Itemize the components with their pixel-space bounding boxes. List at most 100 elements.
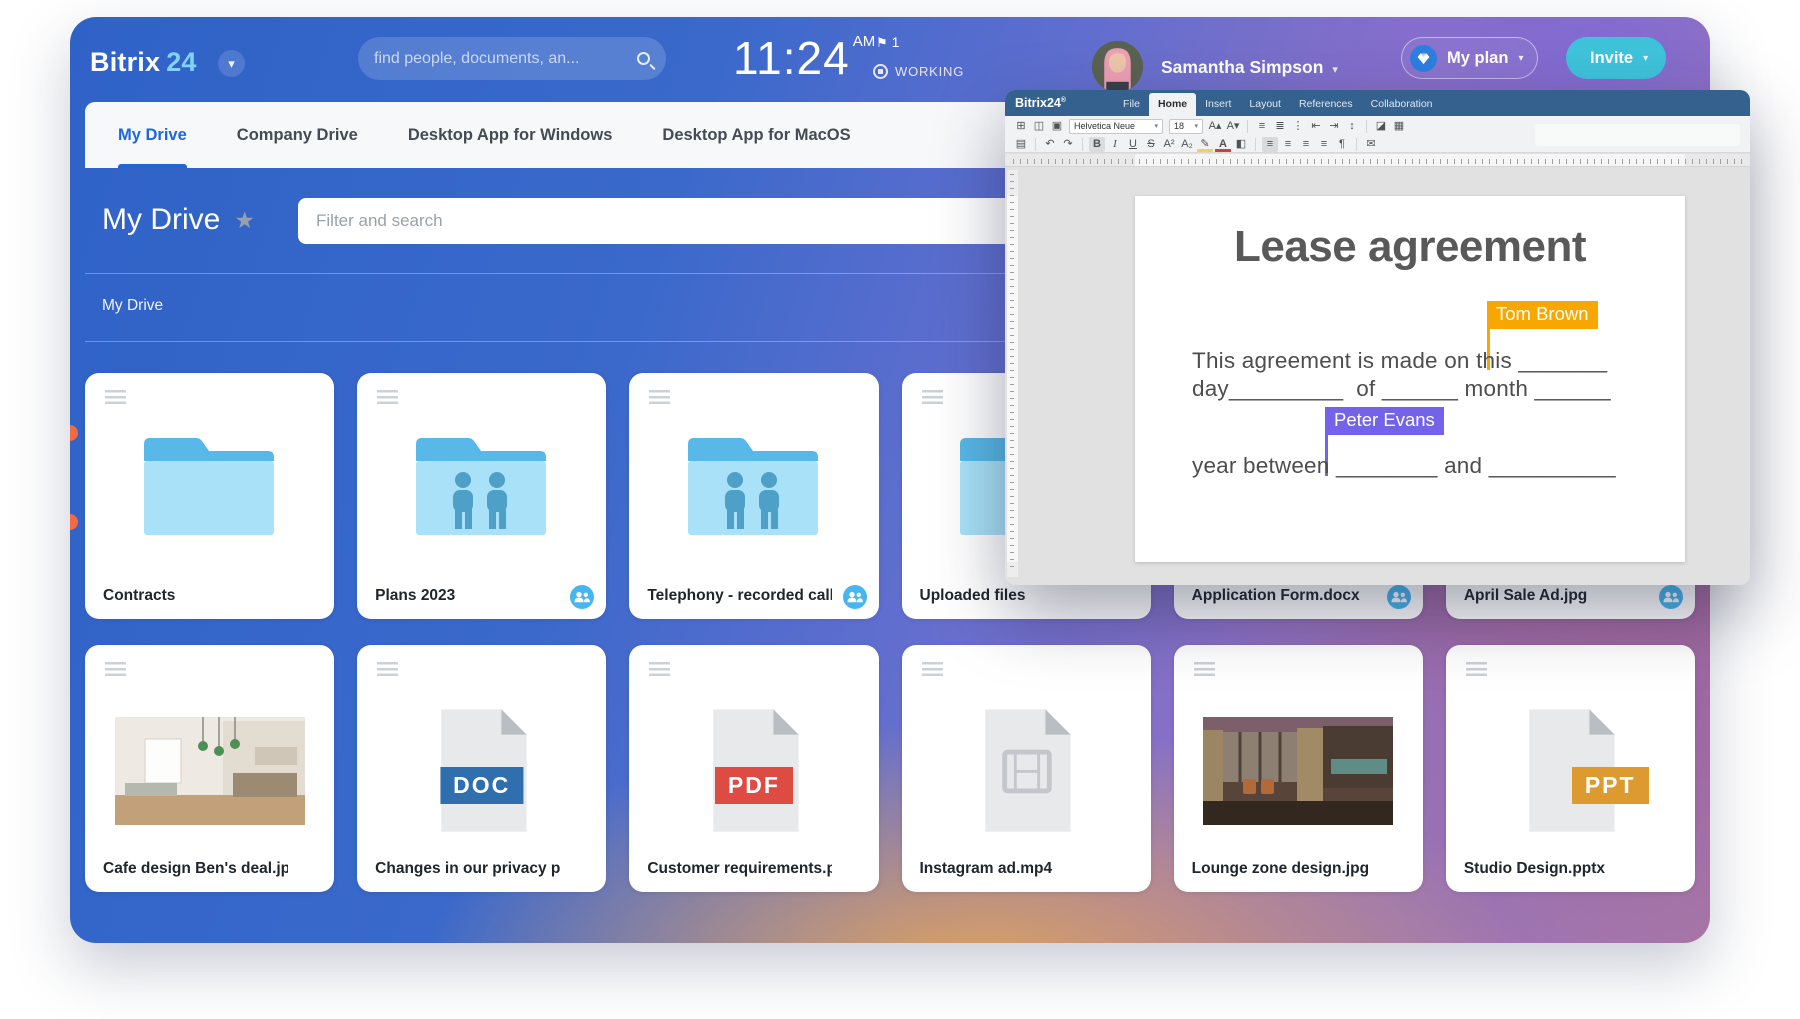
file-card[interactable]: Instagram ad.mp4 — [902, 645, 1151, 892]
drive-tab[interactable]: My Drive — [118, 102, 187, 168]
file-card[interactable]: PPT Studio Design.pptx — [1446, 645, 1695, 892]
highlight-icon[interactable]: ✎ — [1197, 137, 1213, 152]
card-menu-icon[interactable] — [922, 390, 943, 404]
editor-menu-item[interactable]: Layout — [1240, 93, 1290, 116]
file-name: Studio Design.pptx — [1464, 860, 1605, 878]
editor-menu-item[interactable]: References — [1290, 93, 1362, 116]
file-card[interactable]: Cafe design Ben's deal.jpg — [85, 645, 334, 892]
card-menu-icon[interactable] — [649, 662, 670, 676]
invite-button[interactable]: Invite ▾ — [1566, 37, 1666, 79]
card-menu-icon[interactable] — [1466, 662, 1487, 676]
work-status[interactable]: WORKING — [873, 64, 964, 79]
global-search[interactable] — [358, 37, 666, 80]
clear-format-icon[interactable]: ◪ — [1373, 119, 1389, 134]
screenshot-root: Bitrix24 ▾ 11:24AM ⚑1 WORKING Samantha S… — [0, 0, 1800, 1019]
card-menu-icon[interactable] — [922, 662, 943, 676]
undo-icon[interactable]: ↶ — [1042, 137, 1058, 152]
italic-icon[interactable]: I — [1107, 137, 1123, 152]
editor-menu-item[interactable]: File — [1114, 93, 1149, 116]
card-menu-icon[interactable] — [377, 390, 398, 404]
mail-merge-icon[interactable]: ✉ — [1363, 137, 1379, 152]
subscript-icon[interactable]: A₂ — [1179, 137, 1195, 152]
multilevel-list-icon[interactable]: ⋮ — [1290, 119, 1306, 134]
separator[interactable] — [1035, 138, 1036, 151]
superscript-icon[interactable]: A² — [1161, 137, 1177, 152]
file-name: Contracts — [103, 587, 175, 605]
separator[interactable] — [1247, 120, 1248, 133]
chevron-down-icon[interactable]: ▾ — [218, 50, 245, 77]
file-name: Application Form.docx — [1192, 587, 1360, 605]
card-menu-icon[interactable] — [105, 390, 126, 404]
avatar[interactable] — [1092, 41, 1143, 92]
file-name: April Sale Ad.jpg — [1464, 587, 1587, 605]
file-card[interactable]: Lounge zone design.jpg — [1174, 645, 1423, 892]
pilcrow-icon[interactable]: ¶ — [1334, 137, 1350, 152]
user-menu[interactable]: Samantha Simpson▾ — [1161, 57, 1338, 78]
bitrix-logo[interactable]: Bitrix24 — [90, 47, 197, 78]
paste-icon[interactable]: ▣ — [1049, 119, 1065, 134]
numbered-list-icon[interactable]: ≣ — [1272, 119, 1288, 134]
stop-record-icon — [873, 64, 888, 79]
drive-tab[interactable]: Desktop App for MacOS — [662, 102, 850, 168]
collab-cursor-flag: Peter Evans — [1325, 407, 1444, 435]
file-name: Lounge zone design.jpg — [1192, 860, 1369, 878]
strikethrough-icon[interactable]: S — [1143, 137, 1159, 152]
search-icon[interactable] — [637, 52, 650, 65]
separator[interactable] — [1366, 120, 1367, 133]
breadcrumb[interactable]: My Drive — [102, 297, 163, 315]
table-icon[interactable]: ▦ — [1391, 119, 1407, 134]
flag-counter[interactable]: ⚑1 — [876, 34, 899, 51]
editor-menu-item[interactable]: Insert — [1196, 93, 1240, 116]
justify-icon[interactable]: ≡ — [1316, 137, 1332, 152]
shrink-font-icon[interactable]: A▾ — [1225, 119, 1241, 134]
separator[interactable] — [1356, 138, 1357, 151]
separator[interactable] — [1082, 138, 1083, 151]
global-search-input[interactable] — [374, 50, 629, 68]
drive-tab[interactable]: Company Drive — [237, 102, 358, 168]
font-family-select[interactable]: Helvetica Neue▾ — [1069, 119, 1163, 134]
file-name: Plans 2023 — [375, 587, 455, 605]
card-menu-icon[interactable] — [1194, 662, 1215, 676]
chevron-down-icon: ▾ — [1518, 53, 1523, 64]
file-type-badge: PPT — [1572, 767, 1649, 804]
align-left-icon[interactable]: ≡ — [1262, 137, 1278, 152]
redo-icon[interactable]: ↷ — [1060, 137, 1076, 152]
bullet-list-icon[interactable]: ≡ — [1254, 119, 1270, 134]
collab-cursor-flag: Tom Brown — [1487, 301, 1598, 329]
indent-icon[interactable]: ⇥ — [1326, 119, 1342, 134]
editor-menu-item[interactable]: Home — [1149, 93, 1196, 116]
align-right-icon[interactable]: ≡ — [1298, 137, 1314, 152]
editor-menu-item[interactable]: Collaboration — [1362, 93, 1442, 116]
separator[interactable] — [1255, 138, 1256, 151]
underline-icon[interactable]: U — [1125, 137, 1141, 152]
clipboard-icon[interactable]: ▤ — [1013, 137, 1029, 152]
file-type-badge: DOC — [440, 767, 523, 804]
file-card[interactable]: Telephony - recorded calls — [629, 373, 878, 619]
align-center-icon[interactable]: ≡ — [1280, 137, 1296, 152]
bold-icon[interactable]: B — [1089, 137, 1105, 152]
file-card[interactable]: DOC Changes in our privacy poli... — [357, 645, 606, 892]
document-text-line: This agreement is made on this _______ — [1192, 348, 1607, 374]
file-card[interactable]: Contracts — [85, 373, 334, 619]
print-icon[interactable]: ⊞ — [1013, 119, 1029, 134]
work-clock[interactable]: 11:24AM — [733, 31, 875, 85]
file-card[interactable]: PDF Customer requirements.pdf — [629, 645, 878, 892]
card-menu-icon[interactable] — [105, 662, 126, 676]
font-size-select[interactable]: 18▾ — [1169, 119, 1203, 134]
notification-dot — [70, 425, 78, 441]
file-card[interactable]: Plans 2023 — [357, 373, 606, 619]
card-menu-icon[interactable] — [377, 662, 398, 676]
shared-users-badge — [843, 585, 867, 609]
drive-tab[interactable]: Desktop App for Windows — [408, 102, 613, 168]
document-page[interactable]: Lease agreement Tom Brown This agreement… — [1135, 196, 1685, 562]
notification-dot — [70, 514, 78, 530]
outdent-icon[interactable]: ⇤ — [1308, 119, 1324, 134]
star-icon[interactable]: ★ — [234, 207, 255, 234]
font-color-icon[interactable]: A — [1215, 137, 1231, 152]
card-menu-icon[interactable] — [649, 390, 670, 404]
line-spacing-icon[interactable]: ↕ — [1344, 119, 1360, 134]
grow-font-icon[interactable]: A▴ — [1207, 119, 1223, 134]
copy-icon[interactable]: ◫ — [1031, 119, 1047, 134]
shading-icon[interactable]: ◧ — [1233, 137, 1249, 152]
my-plan-button[interactable]: My plan ▾ — [1401, 37, 1538, 79]
